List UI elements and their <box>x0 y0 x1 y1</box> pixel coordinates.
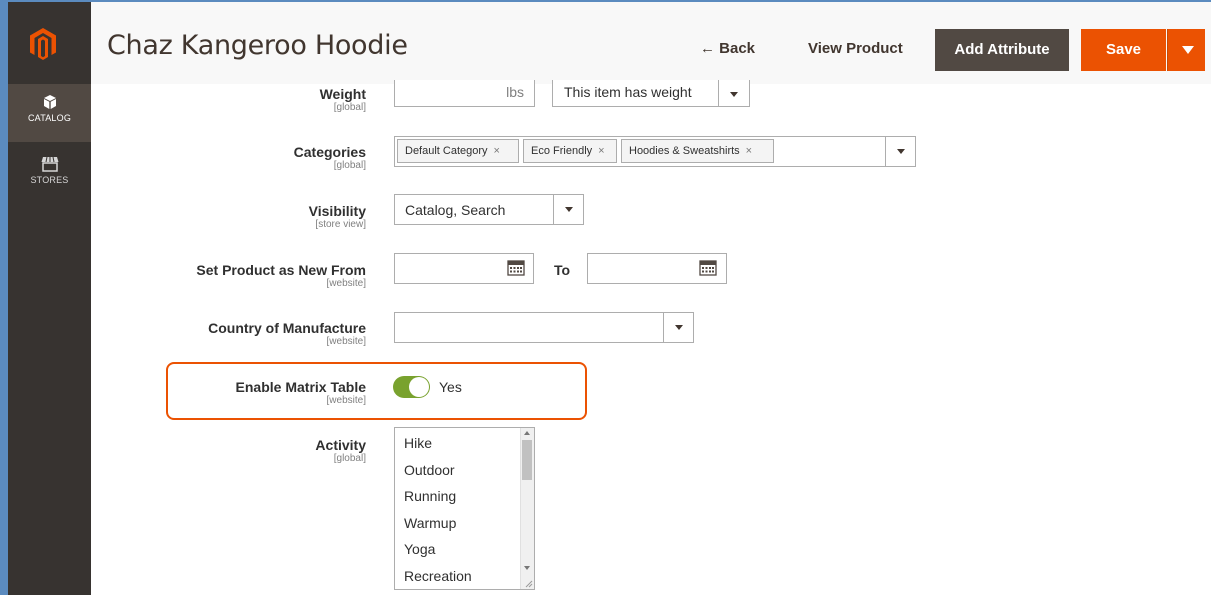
list-item[interactable]: Running <box>404 488 456 504</box>
weight-label: Weight <box>319 86 366 102</box>
matrix-table-value: Yes <box>439 379 462 395</box>
view-product-button[interactable]: View Product <box>808 40 903 57</box>
close-icon[interactable]: × <box>746 145 752 157</box>
visibility-scope: [store view] <box>315 219 366 230</box>
scroll-up-icon[interactable] <box>524 431 530 435</box>
visibility-label: Visibility <box>308 203 366 219</box>
resize-handle-icon[interactable] <box>525 580 533 588</box>
scroll-down-icon[interactable] <box>524 566 530 570</box>
sidebar-item-label: STORES <box>30 175 69 185</box>
activity-label: Activity <box>315 437 366 453</box>
save-button[interactable]: Save <box>1081 29 1166 71</box>
storefront-icon <box>41 156 58 172</box>
matrix-table-scope: [website] <box>326 395 366 406</box>
category-chip[interactable]: Default Category × <box>397 139 519 163</box>
list-item[interactable]: Yoga <box>404 541 435 557</box>
activity-multiselect[interactable] <box>394 427 535 590</box>
save-options-dropdown-button[interactable] <box>1167 29 1205 71</box>
calendar-icon[interactable] <box>507 259 525 276</box>
new-from-scope: [website] <box>326 278 366 289</box>
magento-logo-icon[interactable] <box>29 27 57 61</box>
add-attribute-button[interactable]: Add Attribute <box>935 29 1069 71</box>
page-title: Chaz Kangeroo Hoodie <box>107 30 408 61</box>
sidebar-item-label: CATALOG <box>27 113 72 123</box>
chevron-down-icon <box>675 325 683 330</box>
weight-input[interactable]: lbs <box>394 80 535 107</box>
visibility-value: Catalog, Search <box>405 202 506 218</box>
weight-scope: [global] <box>333 102 366 113</box>
close-icon[interactable]: × <box>598 145 604 157</box>
category-chip[interactable]: Eco Friendly × <box>523 139 617 163</box>
select-divider <box>885 137 886 166</box>
list-item[interactable]: Warmup <box>404 515 456 531</box>
select-divider <box>718 80 719 106</box>
country-label: Country of Manufacture <box>208 320 366 336</box>
select-divider <box>553 195 554 224</box>
calendar-icon[interactable] <box>699 259 717 276</box>
chevron-down-icon <box>730 92 738 97</box>
chevron-down-icon <box>565 207 573 212</box>
weight-unit: lbs <box>506 84 524 100</box>
country-scope: [website] <box>326 336 366 347</box>
back-button[interactable]: ← Back <box>700 40 755 57</box>
list-item[interactable]: Recreation <box>404 568 472 584</box>
categories-label: Categories <box>293 144 366 160</box>
scrollbar-thumb[interactable] <box>522 440 532 480</box>
close-icon[interactable]: × <box>494 145 500 157</box>
to-label: To <box>554 262 571 278</box>
category-chip[interactable]: Hoodies & Sweatshirts × <box>621 139 774 163</box>
chevron-down-icon[interactable] <box>897 149 905 154</box>
matrix-table-label: Enable Matrix Table <box>235 379 366 395</box>
categories-scope: [global] <box>333 160 366 171</box>
weight-type-value: This item has weight <box>564 84 692 100</box>
list-item[interactable]: Hike <box>404 435 432 451</box>
matrix-table-toggle[interactable] <box>393 376 430 398</box>
list-item[interactable]: Outdoor <box>404 462 455 478</box>
select-divider <box>663 313 664 342</box>
box-icon <box>43 95 56 109</box>
activity-scope: [global] <box>333 453 366 464</box>
new-from-label: Set Product as New From <box>196 262 366 278</box>
window-frame-left <box>0 0 8 595</box>
country-select[interactable] <box>394 312 694 343</box>
